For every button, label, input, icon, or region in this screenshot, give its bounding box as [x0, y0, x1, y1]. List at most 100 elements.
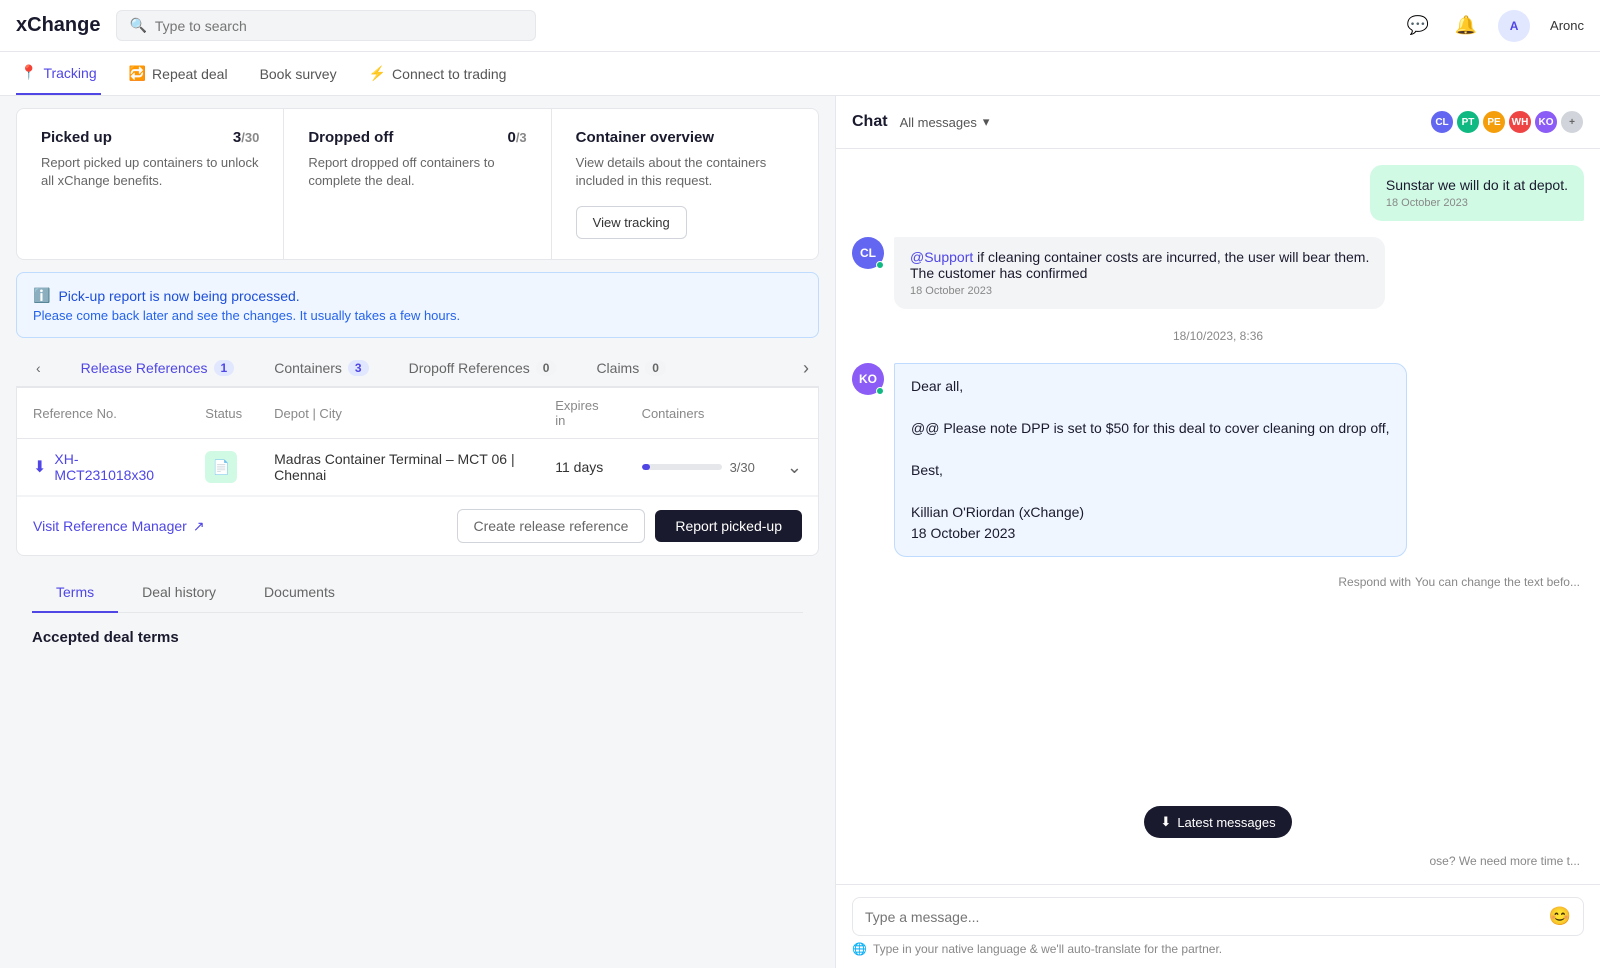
- chat-action-hint: ose? We need more time t...: [852, 854, 1584, 868]
- sub-navigation: 📍 Tracking 🔁 Repeat deal Book survey ⚡ C…: [0, 52, 1600, 96]
- col-containers: Containers: [626, 388, 771, 439]
- status-icon: 📄: [205, 451, 237, 483]
- dropoff-badge: 0: [536, 360, 557, 376]
- arrow-down-icon: ⬇: [1160, 814, 1171, 830]
- left-panel: Picked up 3/30 Report picked up containe…: [0, 96, 835, 968]
- tab-terms[interactable]: Terms: [32, 572, 118, 612]
- col-expires: Expires in: [539, 388, 625, 439]
- release-refs-tabs: ‹ Release References 1 Containers 3 Drop…: [16, 350, 819, 388]
- view-tracking-button[interactable]: View tracking: [576, 206, 687, 239]
- chat-title: Chat: [852, 113, 888, 131]
- dropped-off-desc: Report dropped off containers to complet…: [308, 154, 526, 190]
- stats-card: Picked up 3/30 Report picked up containe…: [16, 108, 819, 260]
- container-overview-title: Container overview: [576, 129, 714, 146]
- participant-more: +: [1560, 110, 1584, 134]
- tab-dropoff-references[interactable]: Dropoff References 0: [389, 350, 577, 386]
- accepted-deal-terms-title: Accepted deal terms: [16, 613, 819, 662]
- claims-badge: 0: [645, 360, 666, 376]
- release-refs-badge: 1: [214, 360, 235, 376]
- ref-no-cell: ⬇ XH-MCT231018x30: [17, 439, 189, 496]
- online-indicator-ko: [876, 387, 884, 395]
- expand-icon[interactable]: ⌄: [787, 457, 802, 477]
- info-banner: ℹ️ Pick-up report is now being processed…: [16, 272, 819, 338]
- download-icon: ⬇: [33, 457, 46, 477]
- latest-messages-button[interactable]: ⬇ Latest messages: [1144, 806, 1291, 838]
- chat-header: Chat All messages ▾ CL PT PE WH KO +: [836, 96, 1600, 149]
- chevron-down-icon: ▾: [983, 114, 990, 130]
- online-indicator: [876, 261, 884, 269]
- tab-deal-history[interactable]: Deal history: [118, 572, 240, 612]
- avatar[interactable]: A: [1498, 10, 1530, 42]
- messages-icon[interactable]: 💬: [1402, 10, 1434, 42]
- translate-hint: 🌐 Type in your native language & we'll a…: [852, 942, 1584, 956]
- depot-cell: Madras Container Terminal – MCT 06 | Che…: [258, 439, 539, 496]
- tab-claims[interactable]: Claims 0: [576, 350, 685, 386]
- container-overview-desc: View details about the containers includ…: [576, 154, 794, 190]
- picked-up-title: Picked up: [41, 129, 112, 146]
- repeat-icon: 🔁: [129, 65, 146, 82]
- chat-filter[interactable]: All messages ▾: [900, 114, 990, 130]
- dropped-off-count: 0/3: [507, 129, 526, 146]
- external-link-icon: ↗: [193, 518, 205, 535]
- avatar-cl: CL: [852, 237, 884, 269]
- report-pickup-button[interactable]: Report picked-up: [655, 510, 802, 542]
- container-overview-section: Container overview View details about th…: [552, 109, 818, 259]
- participant-wh: WH: [1508, 110, 1532, 134]
- create-release-reference-button[interactable]: Create release reference: [457, 509, 646, 543]
- chat-messages: Sunstar we will do it at depot. 18 Octob…: [836, 149, 1600, 884]
- expires-cell: 11 days: [539, 439, 625, 496]
- picked-up-section: Picked up 3/30 Report picked up containe…: [17, 109, 284, 259]
- chat-input-row: 😊: [852, 897, 1584, 936]
- tab-prev[interactable]: ‹: [16, 350, 61, 386]
- visit-reference-manager-link[interactable]: Visit Reference Manager ↗: [33, 518, 205, 535]
- visit-ref-actions: Create release reference Report picked-u…: [457, 509, 803, 543]
- tab-documents[interactable]: Documents: [240, 572, 359, 612]
- col-expand: [771, 388, 818, 439]
- subnav-book-survey[interactable]: Book survey: [256, 52, 341, 95]
- translate-icon: 🌐: [852, 942, 867, 956]
- expand-cell: ⌄: [771, 439, 818, 496]
- status-cell: 📄: [189, 439, 258, 496]
- col-status: Status: [189, 388, 258, 439]
- release-refs-section: ‹ Release References 1 Containers 3 Drop…: [16, 350, 819, 556]
- main-layout: Picked up 3/30 Report picked up containe…: [0, 96, 1600, 968]
- file-check-icon: 📄: [213, 459, 230, 476]
- dropped-off-title: Dropped off: [308, 129, 393, 146]
- message-bubble-ko: Dear all, @@ Please note DPP is set to $…: [894, 363, 1407, 557]
- containers-badge: 3: [348, 360, 369, 376]
- respond-hint: Respond with You can change the text bef…: [852, 573, 1584, 589]
- top-navigation: xChange 🔍 💬 🔔 A Aronc: [0, 0, 1600, 52]
- tab-release-references[interactable]: Release References 1: [61, 350, 255, 386]
- release-refs-table-wrapper: Reference No. Status Depot | City Expire…: [16, 388, 819, 556]
- subnav-tracking[interactable]: 📍 Tracking: [16, 52, 101, 95]
- mention-support: @Support: [910, 249, 973, 265]
- participant-cl: CL: [1430, 110, 1454, 134]
- connect-icon: ⚡: [369, 65, 386, 82]
- search-input[interactable]: [155, 18, 524, 34]
- topnav-icons: 💬 🔔 A Aronc: [1402, 10, 1584, 42]
- subnav-connect-trading[interactable]: ⚡ Connect to trading: [365, 52, 511, 95]
- tracking-icon: 📍: [20, 64, 37, 81]
- subnav-repeat-deal[interactable]: 🔁 Repeat deal: [125, 52, 232, 95]
- progress-text: 3/30: [730, 460, 755, 475]
- ref-link[interactable]: XH-MCT231018x30: [54, 451, 173, 483]
- avatar-ko: KO: [852, 363, 884, 395]
- bottom-tabs-header: Terms Deal history Documents: [32, 572, 803, 613]
- release-refs-table: Reference No. Status Depot | City Expire…: [17, 388, 818, 496]
- notifications-icon[interactable]: 🔔: [1450, 10, 1482, 42]
- chat-input[interactable]: [865, 909, 1541, 925]
- dropped-off-section: Dropped off 0/3 Report dropped off conta…: [284, 109, 551, 259]
- emoji-icon[interactable]: 😊: [1549, 906, 1571, 927]
- message-bubble-cl: @Support if cleaning container costs are…: [894, 237, 1385, 309]
- search-icon: 🔍: [129, 17, 146, 34]
- containers-progress: 3/30: [642, 460, 755, 475]
- containers-cell: 3/30: [626, 439, 771, 496]
- col-ref-no: Reference No.: [17, 388, 189, 439]
- search-bar[interactable]: 🔍: [116, 10, 536, 41]
- message-1: Sunstar we will do it at depot. 18 Octob…: [852, 165, 1584, 221]
- tab-containers[interactable]: Containers 3: [254, 350, 388, 386]
- tab-next[interactable]: ›: [793, 352, 819, 385]
- picked-up-desc: Report picked up containers to unlock al…: [41, 154, 259, 190]
- picked-up-count: 3/30: [233, 129, 259, 146]
- info-icon: ℹ️: [33, 287, 50, 304]
